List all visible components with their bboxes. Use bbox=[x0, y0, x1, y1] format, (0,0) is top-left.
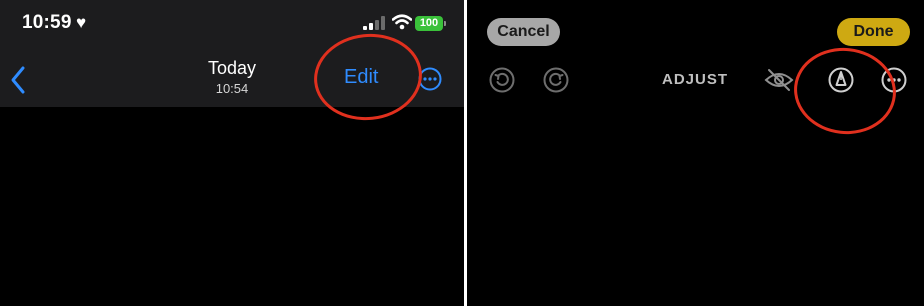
page-subtitle-time: 10:54 bbox=[215, 81, 249, 96]
edit-button[interactable]: Edit bbox=[344, 66, 378, 89]
cellular-signal-icon bbox=[363, 16, 385, 30]
status-bar: 10:59 ♥ 100 bbox=[0, 0, 464, 52]
redo-icon[interactable] bbox=[543, 67, 569, 93]
photo-viewer-panel: 10:59 ♥ 100 Today 10:54 Edit bbox=[0, 0, 464, 306]
done-button[interactable]: Done bbox=[837, 18, 910, 46]
page-title: Today bbox=[207, 58, 257, 78]
adjust-tab[interactable]: ADJUST bbox=[662, 71, 728, 88]
wifi-icon bbox=[392, 14, 412, 30]
undo-icon[interactable] bbox=[489, 67, 515, 93]
heart-icon: ♥ bbox=[76, 13, 87, 32]
photo-editor-panel: Cancel Done ADJUST bbox=[467, 0, 924, 306]
screenshot-canvas: 10:59 ♥ 100 Today 10:54 Edit Cancel Done… bbox=[0, 0, 924, 306]
back-chevron-icon[interactable] bbox=[8, 64, 32, 96]
more-circle-icon[interactable] bbox=[881, 67, 907, 93]
markup-pen-icon[interactable] bbox=[828, 67, 854, 93]
cancel-button[interactable]: Cancel bbox=[487, 18, 560, 46]
more-circle-icon[interactable] bbox=[418, 67, 442, 91]
status-time: 10:59 bbox=[22, 12, 72, 33]
battery-indicator: 100 bbox=[415, 16, 443, 31]
hide-eye-icon[interactable] bbox=[764, 67, 794, 93]
battery-cap bbox=[444, 21, 446, 26]
